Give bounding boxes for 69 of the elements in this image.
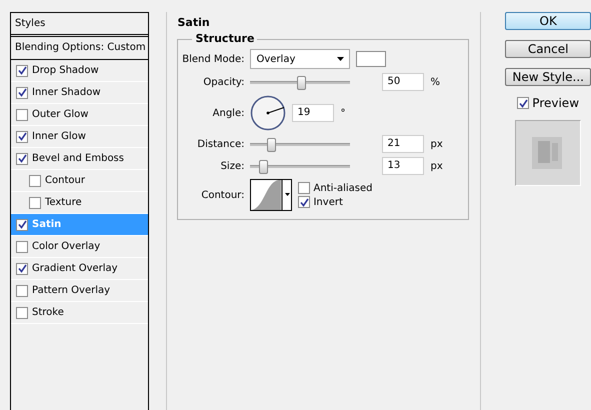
checkbox[interactable] — [16, 130, 28, 142]
style-item[interactable]: Gradient Overlay — [11, 258, 148, 280]
field-label: Angle: — [212, 108, 246, 118]
style-label: Bevel and Emboss — [32, 153, 124, 164]
caret-icon — [337, 57, 344, 61]
value-field[interactable]: 50 — [382, 73, 424, 91]
color-swatch[interactable] — [356, 51, 386, 67]
style-label: Outer Glow — [32, 109, 88, 120]
checkbox-label: Preview — [532, 96, 580, 110]
unit-label: px — [430, 138, 443, 150]
checkbox-label: Anti-aliased — [313, 182, 372, 194]
style-label: Texture — [45, 197, 82, 208]
style-item[interactable]: Contour — [11, 170, 148, 192]
group-title: Structure — [192, 32, 258, 45]
style-label: Inner Glow — [32, 131, 86, 142]
style-label: Gradient Overlay — [32, 263, 118, 274]
style-item[interactable]: Color Overlay — [11, 236, 148, 258]
unit-label: px — [430, 160, 443, 172]
style-item[interactable]: Inner Shadow — [11, 82, 148, 104]
style-label: Color Overlay — [32, 241, 100, 252]
value-field[interactable]: 21 — [382, 135, 424, 153]
style-label: Inner Shadow — [32, 87, 101, 98]
checkbox[interactable] — [517, 97, 530, 109]
dialog-button[interactable]: Cancel — [505, 40, 591, 58]
checkbox[interactable] — [16, 218, 28, 230]
slider-thumb[interactable] — [259, 160, 268, 174]
checkbox[interactable] — [298, 196, 310, 208]
field-label: Blend Mode: — [181, 54, 246, 64]
dialog-button[interactable]: OK — [505, 12, 591, 30]
panel-header: Styles — [11, 13, 148, 37]
field-label: Size: — [220, 160, 246, 172]
unit-label: ° — [340, 108, 346, 118]
style-label: Stroke — [32, 307, 64, 318]
checkbox[interactable] — [16, 284, 28, 296]
slider-thumb[interactable] — [267, 138, 276, 152]
blend-mode-dropdown[interactable]: Overlay — [250, 49, 350, 69]
style-label: Drop Shadow — [32, 65, 99, 76]
checkbox[interactable] — [16, 152, 28, 164]
angle-dial[interactable] — [250, 95, 286, 131]
field-label: Contour: — [200, 190, 246, 200]
value-field[interactable]: 19 — [292, 104, 334, 122]
checkbox-label: Invert — [313, 196, 343, 208]
checkbox[interactable] — [29, 174, 41, 186]
style-item[interactable]: Stroke — [11, 302, 148, 324]
slider-thumb[interactable] — [297, 76, 306, 90]
checkbox[interactable] — [16, 64, 28, 76]
checkbox[interactable] — [29, 196, 41, 208]
checkbox[interactable] — [16, 86, 28, 98]
contour-picker[interactable] — [250, 179, 292, 211]
checkbox[interactable] — [16, 108, 28, 120]
field-label: Distance: — [196, 138, 246, 150]
section-title: Satin — [177, 16, 211, 29]
style-label: Pattern Overlay — [32, 285, 110, 296]
checkbox[interactable] — [16, 262, 28, 274]
unit-label: % — [430, 76, 440, 88]
style-item[interactable]: Bevel and Emboss — [11, 148, 148, 170]
style-item[interactable]: Pattern Overlay — [11, 280, 148, 302]
checkbox[interactable] — [16, 306, 28, 318]
blending-options-item[interactable]: Blending Options: Custom — [11, 37, 148, 60]
value-field[interactable]: 13 — [382, 157, 424, 175]
dialog-button[interactable]: New Style... — [505, 68, 591, 86]
checkbox[interactable] — [298, 182, 310, 194]
style-item[interactable]: Inner Glow — [11, 126, 148, 148]
style-item[interactable]: Drop Shadow — [11, 60, 148, 82]
style-label: Contour — [45, 175, 85, 186]
checkbox[interactable] — [16, 240, 28, 252]
style-label: Satin — [32, 219, 62, 230]
field-label: Opacity: — [202, 76, 246, 88]
style-item[interactable]: Outer Glow — [11, 104, 148, 126]
